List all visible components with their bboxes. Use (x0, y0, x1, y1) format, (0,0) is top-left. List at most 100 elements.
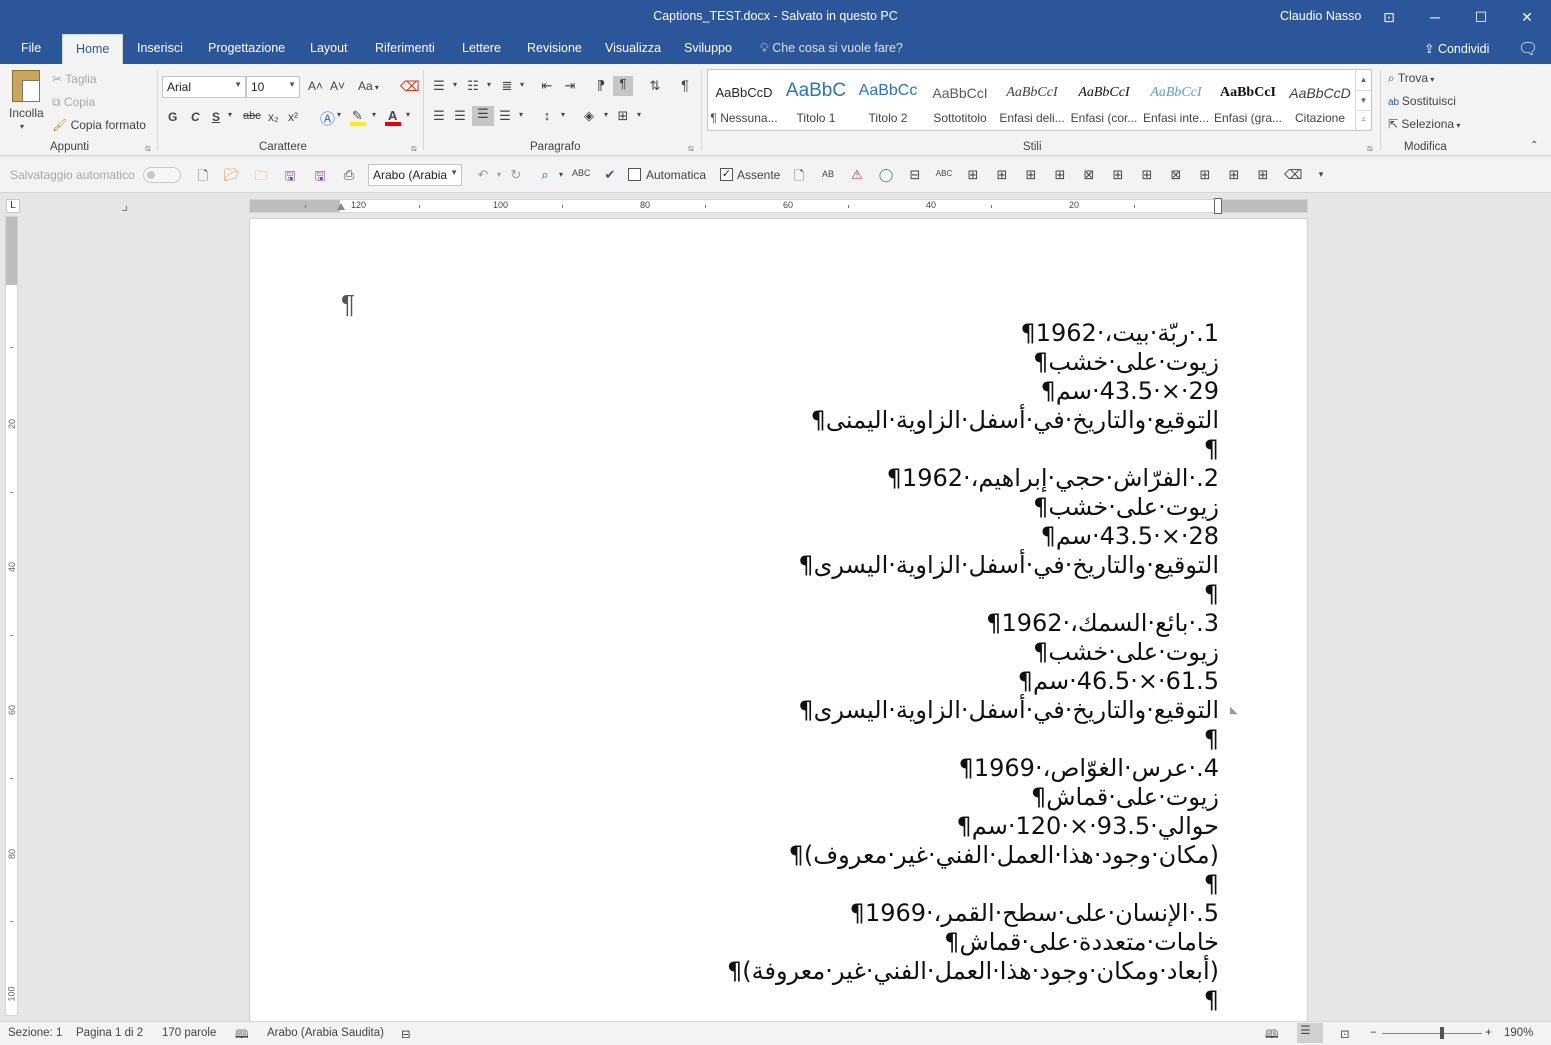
left-indent-marker[interactable] (337, 203, 345, 210)
align-left-icon[interactable]: ☰ (430, 108, 448, 124)
document-paragraph[interactable]: ¶ (419, 725, 1219, 754)
check-spelling-icon[interactable]: ✔ (601, 167, 619, 183)
chevron-down-icon[interactable]: ▼ (1356, 90, 1371, 110)
status-language[interactable]: Arabo (Arabia Saudita) (267, 1027, 384, 1039)
paste-button[interactable] (9, 70, 43, 106)
zoom-slider[interactable] (1382, 1033, 1482, 1034)
document-paragraph[interactable]: 2.·الفرّاش·حجي·إبراهيم،·1962¶ (419, 464, 1219, 493)
style-item[interactable]: AaBbCcI Enfasi (cor... (1068, 70, 1140, 130)
table-insert-icon[interactable]: ⊞ (1109, 167, 1127, 183)
read-mode-icon[interactable]: 🕮︎ (1265, 1027, 1279, 1045)
styles-launcher-icon[interactable]: ⧅ (1367, 143, 1373, 154)
highlight-chevron-down-icon[interactable]: ▾ (372, 110, 376, 119)
document-paragraph[interactable]: زيوت·على·خشب¶ (419, 493, 1219, 522)
table-merge-icon[interactable]: ⊞ (1225, 167, 1243, 183)
strikethrough-button[interactable]: abc (243, 110, 261, 122)
tab-layout[interactable]: Layout (310, 41, 348, 55)
assente-checkbox[interactable]: ✓ (720, 168, 733, 181)
document-paragraph[interactable]: ¶ (419, 870, 1219, 899)
document-paragraph[interactable]: 61.5·×·46.5·سم¶ (419, 667, 1219, 696)
chevron-down-icon[interactable]: ▾ (512, 110, 530, 119)
error-doc-icon[interactable]: ⚠ (848, 167, 866, 183)
decrease-indent-icon[interactable]: ⇤ (538, 78, 556, 94)
language-select[interactable]: Arabo (Arabia ▼ (368, 164, 462, 186)
shrink-font-button[interactable]: A˅ (330, 79, 345, 93)
document-paragraph[interactable]: حوالي·93.5·×·120·سم¶ (419, 812, 1219, 841)
minimize-icon[interactable]: ─ (1412, 0, 1458, 34)
document-paragraph[interactable]: زيوت·على·قماش¶ (419, 783, 1219, 812)
comments-icon[interactable]: 🗨︎ (1518, 39, 1538, 59)
cut-button[interactable]: ✂ Taglia (52, 72, 97, 86)
format-painter-button[interactable]: 🖌︎ Copia formato (52, 118, 146, 132)
ltr-icon[interactable]: ⁋ (592, 78, 610, 94)
document-paragraph[interactable]: 29·×·43.5·سم¶ (419, 377, 1219, 406)
new-document-icon[interactable]: 🗋 (194, 167, 212, 189)
chevron-down-icon[interactable]: ▾ (597, 110, 615, 119)
tell-me-box[interactable]: 💡︎ Che cosa si vuole fare? (760, 41, 903, 56)
table-insert-icon[interactable]: ⊞ (964, 167, 982, 183)
zoom-slider-thumb[interactable] (1440, 1027, 1444, 1039)
tab-inserisci[interactable]: Inserisci (137, 41, 183, 55)
tab-riferimenti[interactable]: Riferimenti (375, 41, 435, 55)
tab-lettere[interactable]: Lettere (462, 41, 501, 55)
zoom-out-icon[interactable]: − (1370, 1027, 1377, 1039)
gallery-more-icon[interactable]: ⩡ (1356, 110, 1371, 128)
style-item[interactable]: AaBbCcD ¶ Nessuna... (708, 70, 780, 130)
eraser-icon[interactable]: ⌫ (1284, 167, 1302, 183)
vertical-ruler[interactable]: 20 40 60 80 100 (5, 216, 18, 1016)
customize-qat-icon[interactable]: ▾ (1312, 169, 1330, 180)
font-name-select[interactable]: Arial ▼ (162, 76, 246, 98)
paste-chevron-down-icon[interactable]: ▾ (20, 122, 24, 131)
vertical-scrollbar[interactable] (1534, 194, 1551, 1021)
chevron-down-icon[interactable]: ▾ (480, 80, 498, 89)
document-paragraph[interactable]: (أبعاد·ومكان·وجود·هذا·العمل·الفني·غير·مع… (419, 957, 1219, 986)
redo-icon[interactable]: ↻ (507, 167, 525, 183)
user-name[interactable]: Claudio Nasso (1280, 9, 1361, 23)
spelling-grammar-icon[interactable]: ABC (572, 168, 591, 178)
style-item[interactable]: AaBbCcI Sottotitolo (924, 70, 996, 130)
document-paragraph[interactable]: التوقيع·والتاريخ·في·أسفل·الزاوية·اليسرى¶ (419, 696, 1219, 725)
copy-button[interactable]: ⧉ Copia (52, 95, 95, 110)
tab-sviluppo[interactable]: Sviluppo (684, 41, 732, 55)
document-paragraph[interactable]: التوقيع·والتاريخ·في·أسفل·الزاوية·اليسرى¶ (419, 551, 1219, 580)
shading-icon[interactable]: ◈ (580, 108, 598, 124)
document-paragraph[interactable]: 1.·ربّة·بيت،·1962¶ (419, 319, 1219, 348)
paste-label[interactable]: Incolla (9, 106, 44, 120)
document-paragraph[interactable]: التوقيع·والتاريخ·في·أسفل·الزاوية·اليمنى¶ (419, 406, 1219, 435)
document-paragraph[interactable]: خامات·متعددة·على·قماش¶ (419, 928, 1219, 957)
open-folder-icon[interactable]: 📂︎ (223, 167, 241, 183)
font-color-icon[interactable]: A (385, 108, 403, 126)
table-insert-icon[interactable]: ⊞ (1022, 167, 1040, 183)
zoom-level[interactable]: 190% (1504, 1027, 1533, 1039)
indent-marker[interactable] (1214, 198, 1222, 214)
subscript-button[interactable]: x₂ (268, 110, 279, 124)
style-item[interactable]: AaBbCcI Enfasi inte... (1140, 70, 1212, 130)
close-icon[interactable]: ✕ (1504, 0, 1550, 34)
table-insert-icon[interactable]: ⊞ (1051, 167, 1069, 183)
document-paragraph[interactable]: ¶ (419, 986, 1219, 1015)
chevron-down-icon[interactable]: ▾ (552, 170, 570, 179)
superscript-button[interactable]: x² (288, 110, 298, 124)
clipboard-launcher-icon[interactable]: ⧅ (145, 143, 151, 154)
font-color-chevron-down-icon[interactable]: ▾ (406, 110, 410, 119)
status-words[interactable]: 170 parole (162, 1027, 216, 1039)
save-icon[interactable]: 🖫 (281, 167, 299, 189)
table-split-icon[interactable]: ⊞ (1254, 167, 1272, 183)
tab-progettazione[interactable]: Progettazione (208, 41, 285, 55)
circle-icon[interactable]: ◯ (877, 167, 895, 183)
change-case-button[interactable]: Aa ▾ (358, 79, 379, 93)
document-paragraph[interactable]: 28·×·43.5·سم¶ (419, 522, 1219, 551)
chevron-down-icon[interactable]: ▾ (554, 110, 572, 119)
maximize-icon[interactable]: ☐ (1458, 0, 1504, 34)
style-item[interactable]: AaBbC Titolo 1 (780, 70, 852, 130)
proofing-icon[interactable]: 🕮︎ (235, 1027, 249, 1045)
share-button[interactable]: ⇪ Condividi (1424, 41, 1489, 56)
increase-indent-icon[interactable]: ⇥ (561, 78, 579, 94)
table-insert-icon[interactable]: ⊞ (993, 167, 1011, 183)
collapse-ribbon-icon[interactable]: ⌃ (1530, 140, 1538, 151)
document-paragraph[interactable]: زيوت·على·خشب¶ (419, 638, 1219, 667)
table-icon[interactable]: ⊞ (1196, 167, 1214, 183)
rtl-icon[interactable]: ¶ (613, 76, 633, 96)
automatica-checkbox[interactable] (628, 168, 641, 181)
text-effects-chevron-down-icon[interactable]: ▾ (337, 110, 341, 119)
